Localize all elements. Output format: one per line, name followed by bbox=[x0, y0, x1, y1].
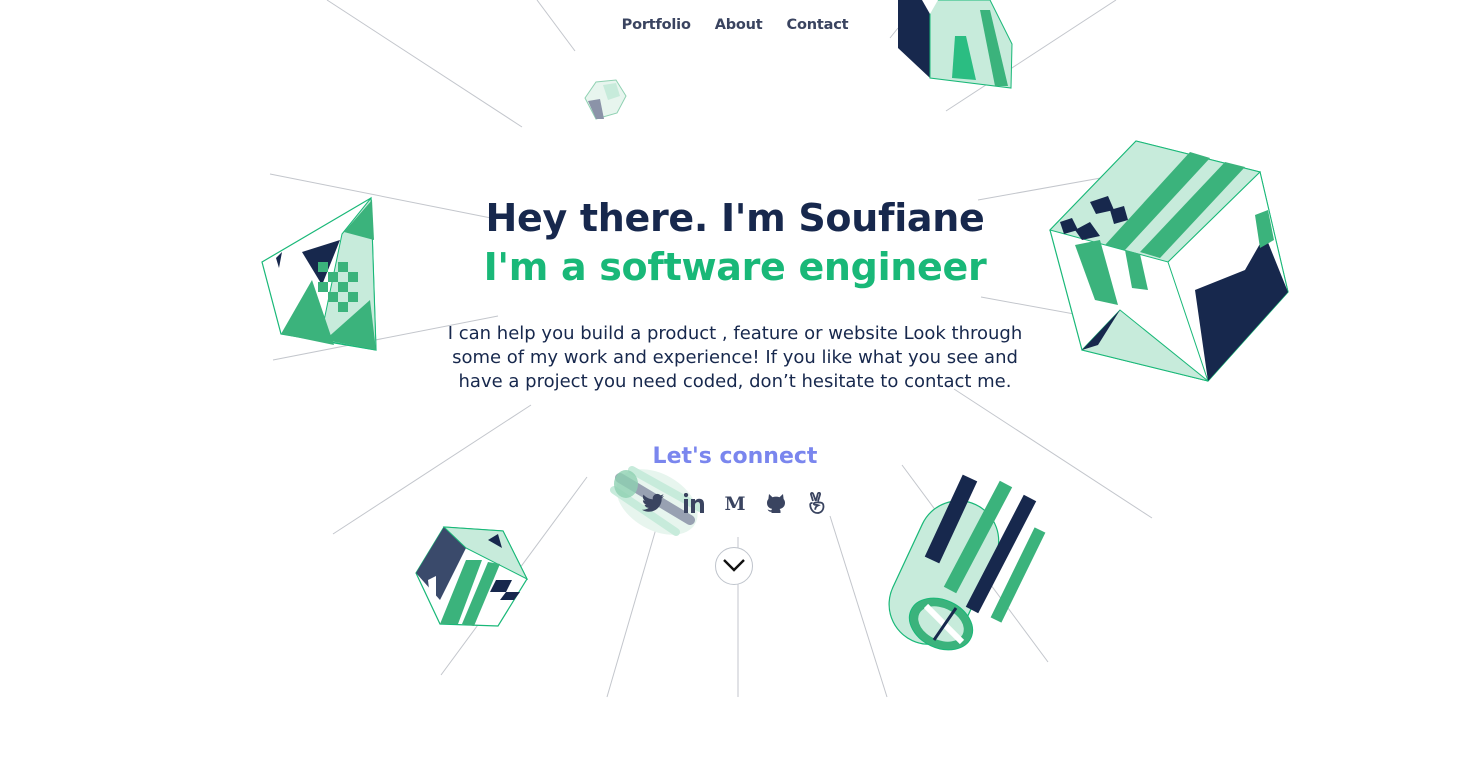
linkedin-icon[interactable] bbox=[681, 489, 708, 516]
nav-portfolio-link[interactable]: Portfolio bbox=[622, 17, 691, 33]
hero-intro-text: I can help you build a product , feature… bbox=[447, 323, 1023, 392]
medium-icon[interactable]: M bbox=[722, 489, 749, 516]
top-right-box-shape bbox=[898, 0, 1013, 89]
hero-section: Hey there. I'm Soufiane I'm a software e… bbox=[0, 194, 1470, 394]
chevron-down-icon bbox=[722, 557, 746, 576]
social-links: M bbox=[0, 489, 1470, 516]
bottom-left-cube-shape bbox=[415, 526, 529, 627]
svg-text:M: M bbox=[724, 494, 745, 512]
top-navigation: Portfolio About Contact bbox=[0, 17, 1470, 33]
hero-greeting: Hey there. I'm Soufiane bbox=[485, 196, 985, 240]
twitter-icon[interactable] bbox=[640, 489, 667, 516]
angellist-icon[interactable] bbox=[804, 489, 831, 516]
connect-heading: Let's connect bbox=[652, 444, 818, 469]
small-cube-shape bbox=[584, 79, 627, 120]
nav-about-link[interactable]: About bbox=[715, 17, 763, 33]
hero-role: I'm a software engineer bbox=[483, 245, 987, 289]
github-icon[interactable] bbox=[763, 489, 790, 516]
scroll-down-button[interactable] bbox=[715, 547, 753, 585]
nav-contact-link[interactable]: Contact bbox=[787, 17, 849, 33]
